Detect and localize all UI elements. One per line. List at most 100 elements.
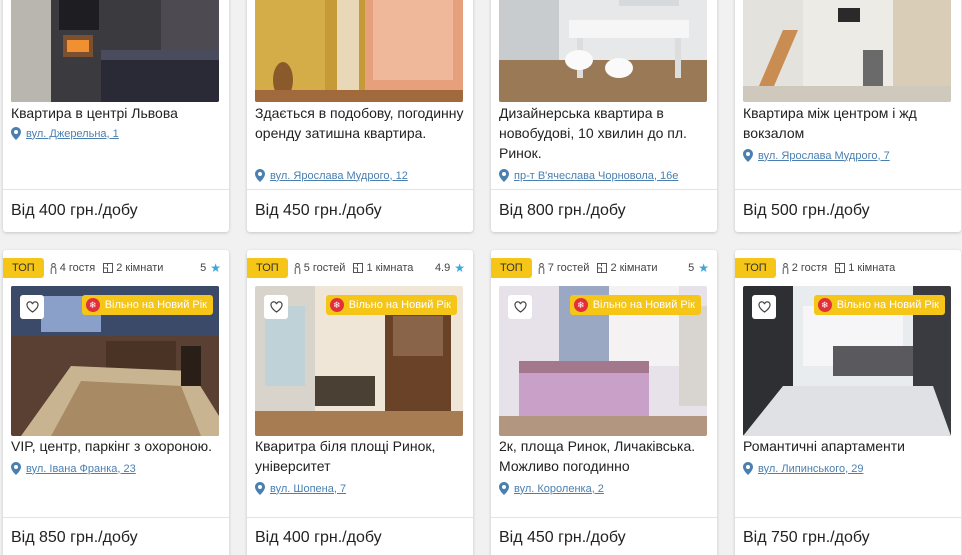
listing-title[interactable]: Квартира між центром і жд вокзалом	[743, 103, 955, 143]
listing-meta: ТОП 5 гостей 1 кімната 4.9 ★	[247, 258, 465, 278]
listing-price: Від 750 грн./добу	[743, 529, 870, 546]
listing-photo[interactable]	[11, 0, 219, 102]
divider	[491, 517, 717, 518]
top-badge: ТОП	[3, 258, 44, 278]
snowflake-icon: ❄	[85, 298, 100, 312]
listing-address[interactable]: вул. Шопена, 7	[255, 482, 346, 495]
listing-price: Від 500 грн./добу	[743, 202, 870, 219]
snowflake-icon: ❄	[329, 298, 344, 312]
divider	[3, 189, 229, 190]
listing-title[interactable]: Романтичні апартаменти	[743, 436, 955, 456]
rooms: 2 кімнати	[597, 262, 658, 274]
listing-title[interactable]: Квартира в центрі Львова	[11, 103, 223, 123]
listing-card[interactable]: Квартира в центрі Львова вул. Джерельна,…	[3, 0, 229, 232]
favorite-button[interactable]	[264, 295, 288, 319]
listing-photo[interactable]	[743, 0, 951, 102]
listing-address[interactable]: вул. Ярослава Мудрого, 12	[255, 169, 408, 182]
heart-icon	[269, 301, 283, 313]
listing-title[interactable]: VIP, центр, паркінг з охороною.	[11, 436, 223, 456]
listing-title[interactable]: Дизайнерська квартира в новобудові, 10 х…	[499, 103, 711, 163]
address-text[interactable]: вул. Ярослава Мудрого, 12	[270, 170, 408, 182]
new-year-badge: ❄ Вільно на Новий Рік	[569, 295, 701, 315]
listing-title[interactable]: 2к, площа Ринок, Личаківська. Можливо по…	[499, 436, 711, 476]
address-text[interactable]: вул. Івана Франка, 23	[26, 463, 136, 475]
address-text[interactable]: вул. Джерельна, 1	[26, 128, 119, 140]
listing-card[interactable]: ТОП 4 гостя 2 кімнати 5 ★ ❄ Вільно на Но…	[3, 250, 229, 555]
map-pin-icon	[743, 149, 753, 162]
top-badge: ТОП	[735, 258, 776, 278]
listing-address[interactable]: вул. Джерельна, 1	[11, 127, 119, 140]
map-pin-icon	[499, 169, 509, 182]
favorite-button[interactable]	[752, 295, 776, 319]
listing-card[interactable]: Здається в подобову, погодинну оренду за…	[247, 0, 473, 232]
divider	[491, 189, 717, 190]
listing-address[interactable]: вул. Липинського, 29	[743, 462, 863, 475]
divider	[247, 189, 473, 190]
guests: 2 гостя	[782, 262, 827, 274]
guests: 4 гостя	[50, 262, 95, 274]
rooms: 2 кімнати	[103, 262, 163, 274]
rooms: 1 кімната	[353, 262, 413, 274]
listing-address[interactable]: вул. Короленка, 2	[499, 482, 604, 495]
guests: 7 гостей	[538, 262, 589, 274]
star-icon: ★	[454, 261, 465, 275]
listing-photo[interactable]: ❄ Вільно на Новий Рік	[255, 286, 463, 436]
address-text[interactable]: вул. Шопена, 7	[270, 483, 346, 495]
floorplan-icon	[835, 263, 846, 273]
divider	[247, 517, 473, 518]
rating: 4.9 ★	[434, 261, 465, 275]
listing-meta: ТОП 7 гостей 2 кімнати 5 ★	[491, 258, 709, 278]
map-pin-icon	[499, 482, 509, 495]
rooms: 1 кімната	[835, 262, 895, 274]
favorite-button[interactable]	[20, 295, 44, 319]
snowflake-icon: ❄	[817, 298, 832, 312]
listing-price: Від 450 грн./добу	[255, 202, 382, 219]
address-text[interactable]: вул. Короленка, 2	[514, 483, 604, 495]
listing-price: Від 400 грн./добу	[255, 529, 382, 546]
person-icon	[782, 262, 788, 274]
top-badge: ТОП	[491, 258, 532, 278]
listing-title[interactable]: Кваритра біля площі Ринок, університет	[255, 436, 467, 476]
listing-card[interactable]: ТОП 2 гостя 1 кімната ❄ Вільно на Новий …	[735, 250, 961, 555]
listing-title[interactable]: Здається в подобову, погодинну оренду за…	[255, 103, 467, 143]
listing-price: Від 850 грн./добу	[11, 529, 138, 546]
address-text[interactable]: вул. Липинського, 29	[758, 463, 863, 475]
heart-icon	[513, 301, 527, 313]
address-text[interactable]: пр-т В'ячеслава Чорновола, 16е	[514, 170, 678, 182]
address-text[interactable]: вул. Ярослава Мудрого, 7	[758, 150, 890, 162]
floorplan-icon	[353, 263, 364, 273]
listings-grid: Квартира в центрі Львова вул. Джерельна,…	[0, 0, 962, 555]
new-year-badge: ❄ Вільно на Новий Рік	[325, 295, 457, 315]
map-pin-icon	[11, 127, 21, 140]
listing-photo[interactable]	[499, 0, 707, 102]
listing-price: Від 800 грн./добу	[499, 202, 626, 219]
star-icon: ★	[210, 261, 221, 275]
floorplan-icon	[597, 263, 608, 273]
heart-icon	[25, 301, 39, 313]
divider	[735, 517, 961, 518]
map-pin-icon	[255, 482, 265, 495]
listing-address[interactable]: вул. Івана Франка, 23	[11, 462, 136, 475]
listing-meta: ТОП 2 гостя 1 кімната	[735, 258, 953, 278]
listing-price: Від 400 грн./добу	[11, 202, 138, 219]
listing-card[interactable]: ТОП 7 гостей 2 кімнати 5 ★ ❄ Вільно на Н…	[491, 250, 717, 555]
rating: 5 ★	[688, 261, 709, 275]
listing-address[interactable]: вул. Ярослава Мудрого, 7	[743, 149, 890, 162]
listing-photo[interactable]: ❄ Вільно на Новий Рік	[743, 286, 951, 436]
favorite-button[interactable]	[508, 295, 532, 319]
listing-photo[interactable]	[255, 0, 463, 102]
listing-card[interactable]: ТОП 5 гостей 1 кімната 4.9 ★ ❄ Вільно на…	[247, 250, 473, 555]
listing-photo[interactable]: ❄ Вільно на Новий Рік	[499, 286, 707, 436]
listing-address[interactable]: пр-т В'ячеслава Чорновола, 16е	[499, 169, 678, 182]
listing-price: Від 450 грн./добу	[499, 529, 626, 546]
guests: 5 гостей	[294, 262, 345, 274]
top-badge: ТОП	[247, 258, 288, 278]
listing-photo[interactable]: ❄ Вільно на Новий Рік	[11, 286, 219, 436]
listing-card[interactable]: Дизайнерська квартира в новобудові, 10 х…	[491, 0, 717, 232]
rating: 5 ★	[200, 261, 221, 275]
person-icon	[538, 262, 544, 274]
listing-card[interactable]: Квартира між центром і жд вокзалом вул. …	[735, 0, 961, 232]
new-year-badge: ❄ Вільно на Новий Рік	[813, 295, 945, 315]
floorplan-icon	[103, 263, 114, 273]
map-pin-icon	[255, 169, 265, 182]
